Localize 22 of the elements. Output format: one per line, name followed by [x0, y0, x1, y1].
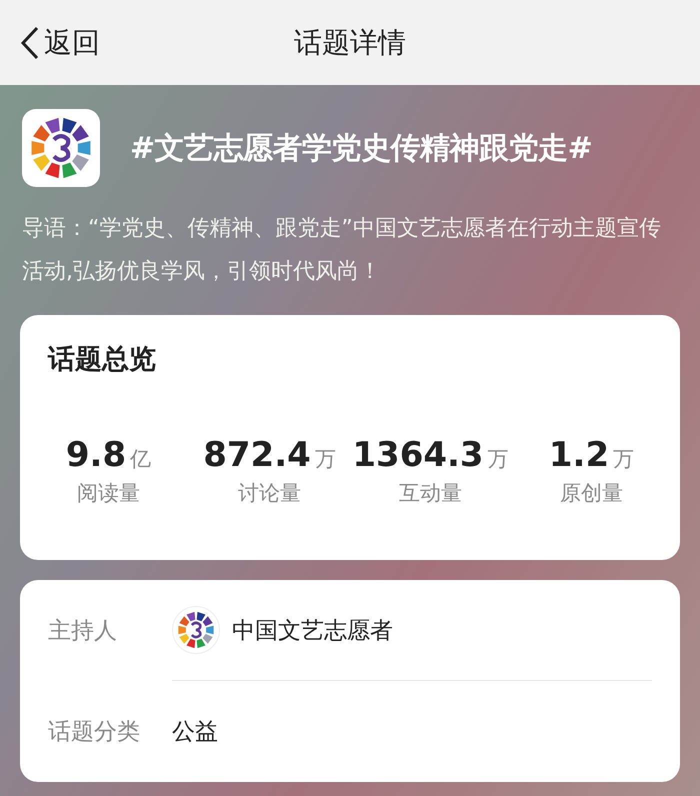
stat-label: 讨论量	[238, 480, 301, 507]
field-label: 话题分类	[48, 718, 141, 746]
field-value: 中国文艺志愿者	[232, 616, 393, 646]
topic-intro: 导语：“学党史、传精神、跟党走”中国文艺志愿者在行动主题宣传活动,弘扬优良学风，引领时代风尚！	[22, 215, 662, 286]
page-title: 话题详情	[294, 26, 406, 58]
topic-title: #文艺志愿者学党史传精神跟党走#	[130, 130, 592, 168]
stat-value: 872.4	[203, 435, 311, 475]
stat-label: 原创量	[560, 480, 623, 507]
stat-unit: 亿	[130, 446, 152, 473]
back-icon	[20, 26, 40, 60]
stat-unit: 万	[314, 446, 336, 473]
section-title: 话题总览	[48, 343, 157, 377]
field-value: 公益	[172, 718, 218, 746]
stat-unit: 万	[488, 446, 509, 473]
stat-unit: 万	[613, 446, 634, 473]
field-label: 主持人	[48, 616, 118, 646]
stat-label: 阅读量	[77, 480, 140, 507]
stat-label: 互动量	[399, 480, 462, 507]
stat-value: 1.2	[548, 435, 610, 475]
stat-value: 1364.3	[352, 435, 484, 475]
back-button[interactable]: 返回	[0, 12, 100, 72]
stat-value: 9.8	[66, 435, 126, 475]
